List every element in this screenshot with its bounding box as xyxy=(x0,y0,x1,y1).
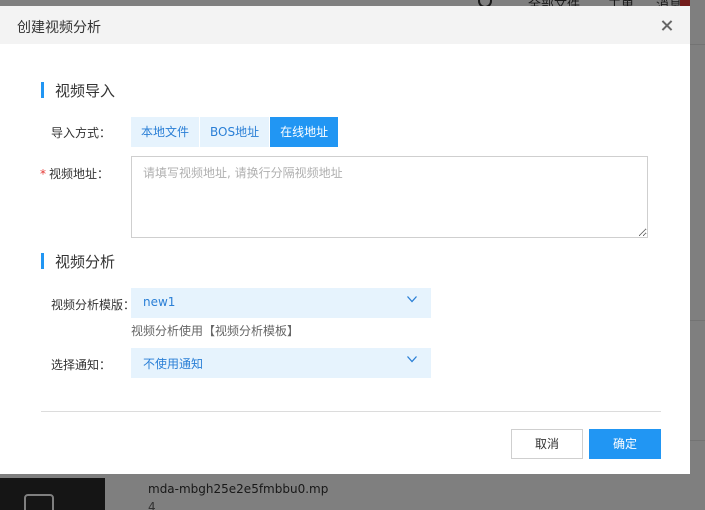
template-hint: 视频分析使用【视频分析模板】 xyxy=(131,324,300,338)
close-icon[interactable] xyxy=(659,18,675,34)
video-url-field-wrapper xyxy=(131,156,648,238)
import-mode-local-file[interactable]: 本地文件 xyxy=(131,117,201,147)
section-accent-bar xyxy=(41,253,44,269)
notify-select[interactable]: 不使用通知 xyxy=(131,348,431,378)
create-video-analysis-dialog: 创建视频分析 视频导入 导入方式： 本地文件 BOS地址 在线地址 * 视频地址：… xyxy=(0,6,690,474)
template-label: 视频分析模版： xyxy=(51,298,136,312)
section-accent-bar xyxy=(41,82,44,98)
notify-select-value: 不使用通知 xyxy=(143,357,204,371)
section-title-text: 视频分析 xyxy=(55,253,116,271)
section-title-text: 视频导入 xyxy=(55,82,116,100)
section-title-analysis: 视频分析 xyxy=(41,251,115,272)
import-mode-selector: 本地文件 BOS地址 在线地址 xyxy=(131,117,340,147)
template-select-value: new1 xyxy=(143,295,176,309)
import-mode-bos-address[interactable]: BOS地址 xyxy=(200,117,271,147)
confirm-button[interactable]: 确定 xyxy=(589,429,661,459)
chevron-down-icon xyxy=(407,296,417,306)
cancel-button[interactable]: 取消 xyxy=(511,429,583,459)
video-url-label: * 视频地址： xyxy=(40,165,109,182)
section-title-import: 视频导入 xyxy=(41,80,115,101)
template-select[interactable]: new1 xyxy=(131,288,431,318)
video-url-textarea[interactable] xyxy=(132,157,647,237)
import-mode-label: 导入方式： xyxy=(51,126,112,140)
import-mode-online-address[interactable]: 在线地址 xyxy=(270,117,340,147)
video-url-label-text: 视频地址： xyxy=(49,167,110,181)
notify-label: 选择通知： xyxy=(51,358,112,372)
chevron-down-icon xyxy=(407,356,417,366)
footer-divider xyxy=(41,411,661,412)
dialog-header: 创建视频分析 xyxy=(0,6,690,44)
required-mark: * xyxy=(40,167,46,181)
dialog-title: 创建视频分析 xyxy=(17,20,101,36)
